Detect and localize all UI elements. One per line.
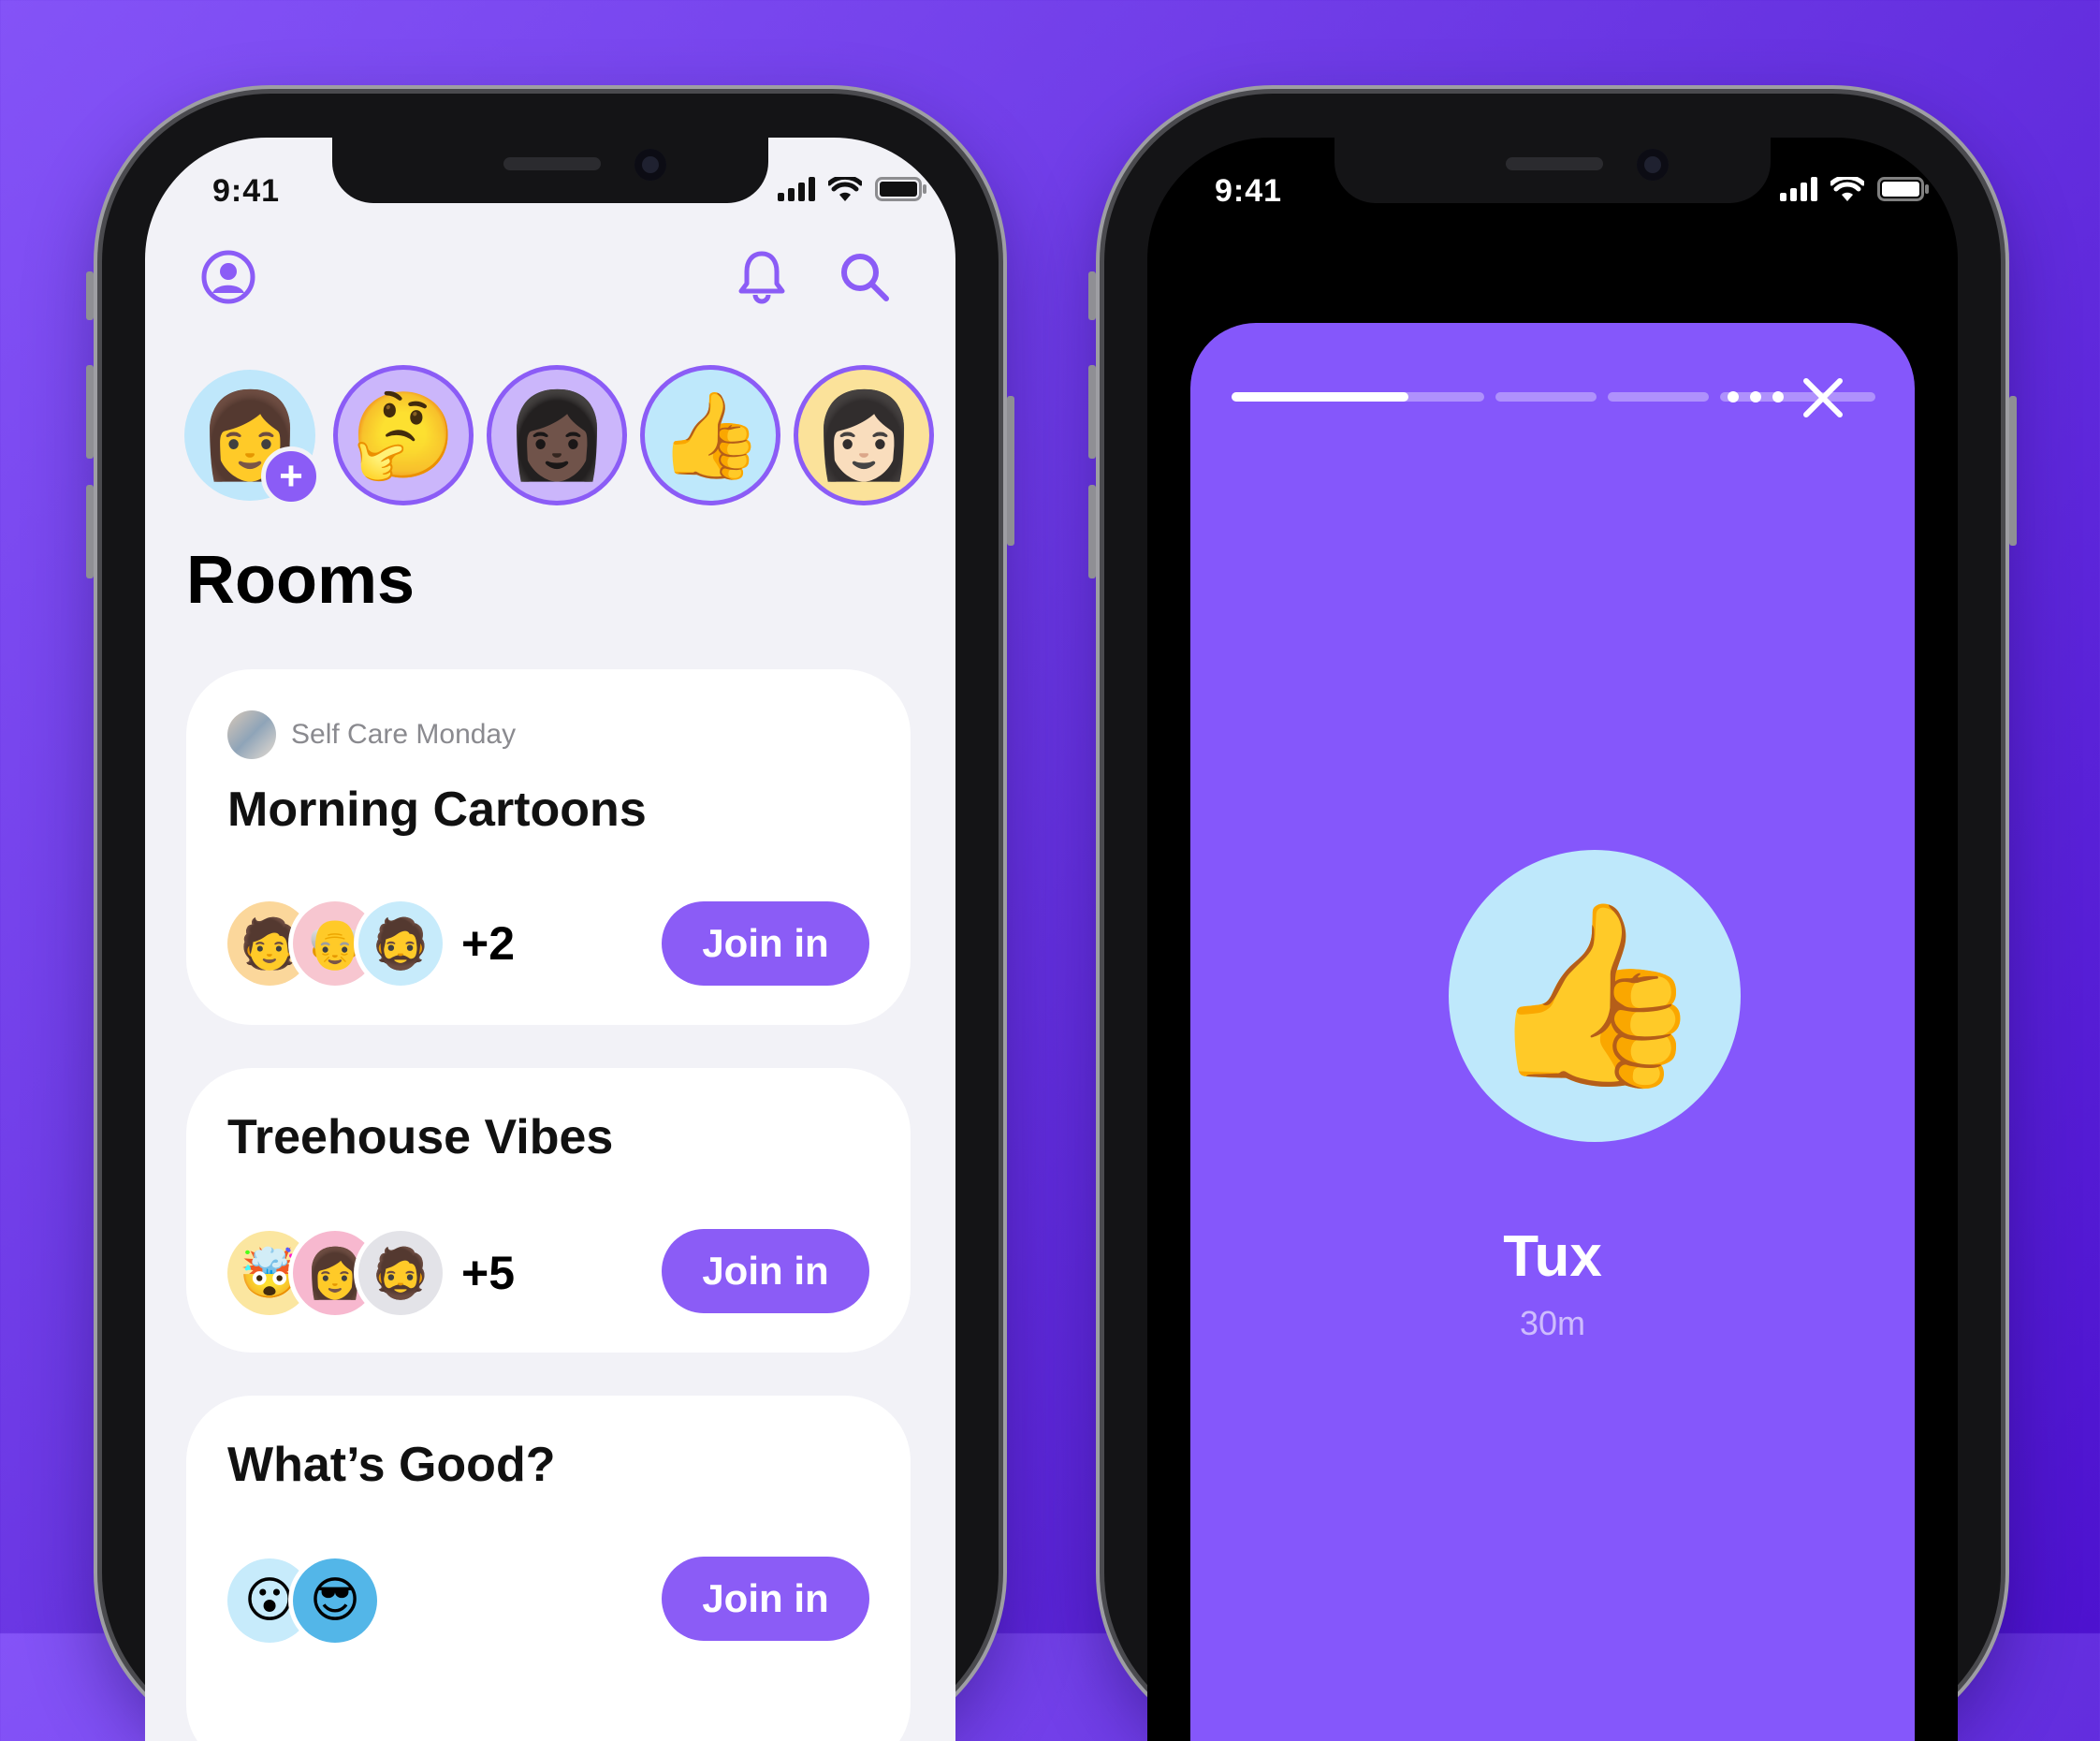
memoji-avatar: 👍 bbox=[657, 388, 764, 483]
battery-icon bbox=[875, 177, 926, 201]
join-room-button[interactable]: Join in bbox=[662, 1557, 869, 1641]
add-story-icon[interactable]: + bbox=[261, 446, 321, 506]
silent-switch bbox=[86, 271, 94, 320]
room-title: Morning Cartoons bbox=[227, 783, 647, 837]
rooms-screen: 9:41 👩 + 🤔 👩🏿 👍 👩🏻 Rooms Self Care Monda… bbox=[145, 138, 955, 1741]
host-avatar: 👍 bbox=[1449, 850, 1741, 1142]
progress-segment bbox=[1232, 392, 1484, 402]
story-timestamp: 30m bbox=[1519, 1304, 1586, 1342]
progress-segment bbox=[1608, 392, 1709, 402]
silent-switch bbox=[1088, 271, 1096, 320]
memoji-avatar: 👍 bbox=[1483, 896, 1706, 1094]
battery-icon bbox=[1877, 177, 1929, 201]
close-icon[interactable] bbox=[1801, 375, 1845, 420]
status-bar: 9:41 bbox=[145, 169, 955, 216]
room-card[interactable]: Treehouse Vibes 🤯 👩 🧔 +5 Join in bbox=[186, 1068, 911, 1353]
memoji-avatar: 🤔 bbox=[350, 388, 457, 483]
participant-count: +2 bbox=[461, 917, 516, 970]
speaker-grille bbox=[1506, 157, 1603, 170]
story-avatar[interactable]: 👩🏿 bbox=[491, 370, 622, 501]
bell-icon[interactable] bbox=[733, 248, 791, 306]
progress-segment bbox=[1495, 392, 1597, 402]
power-button bbox=[1007, 396, 1014, 546]
signal-icon bbox=[1780, 177, 1817, 201]
join-room-button[interactable]: Join in bbox=[662, 901, 869, 986]
power-button bbox=[2009, 396, 2017, 546]
room-card[interactable]: What’s Good? 😮 😎 Join in bbox=[186, 1396, 911, 1741]
volume-down-button bbox=[1088, 485, 1096, 578]
volume-down-button bbox=[86, 485, 94, 578]
signal-icon bbox=[778, 177, 815, 201]
participant-stack: 🧑 👴 🧔 +2 bbox=[227, 901, 515, 986]
phone-frame-left: 9:41 👩 + 🤔 👩🏿 👍 👩🏻 Rooms Self Care Monda… bbox=[86, 94, 1014, 1741]
participant-avatar: 😎 bbox=[293, 1558, 377, 1643]
club-avatar bbox=[227, 710, 276, 759]
story-avatar[interactable]: 🤔 bbox=[338, 370, 469, 501]
room-card[interactable]: Self Care Monday Morning Cartoons 🧑 👴 🧔 … bbox=[186, 669, 911, 1025]
memoji-avatar: 👩🏻 bbox=[810, 388, 917, 483]
progress-segment-fill bbox=[1232, 392, 1408, 402]
speaker-grille bbox=[503, 157, 601, 170]
volume-up-button bbox=[86, 365, 94, 459]
stories-row: 👩 + 🤔 👩🏿 👍 👩🏻 bbox=[184, 370, 952, 506]
page-title: Rooms bbox=[186, 543, 416, 618]
room-title: What’s Good? bbox=[227, 1438, 556, 1492]
phone-frame-right: 9:41 👍 Tux 30m bbox=[1088, 94, 2017, 1741]
participant-avatar: 🧔 bbox=[358, 901, 443, 986]
profile-icon[interactable] bbox=[199, 248, 257, 306]
volume-up-button bbox=[1088, 365, 1096, 459]
more-icon[interactable] bbox=[1728, 381, 1784, 413]
participant-stack: 🤯 👩 🧔 +5 bbox=[227, 1231, 515, 1315]
story-avatar-own[interactable]: 👩 + bbox=[184, 370, 321, 506]
status-bar: 9:41 bbox=[1147, 169, 1958, 216]
memoji-avatar: 👩🏿 bbox=[503, 388, 610, 483]
club-name: Self Care Monday bbox=[291, 719, 517, 750]
status-time: 9:41 bbox=[1215, 173, 1283, 209]
story-avatar[interactable]: 👩🏻 bbox=[798, 370, 929, 501]
wifi-icon bbox=[1830, 177, 1864, 201]
story-screen: 9:41 👍 Tux 30m bbox=[1147, 138, 1958, 1741]
search-icon[interactable] bbox=[836, 248, 894, 306]
status-time: 9:41 bbox=[212, 173, 281, 209]
host-name: Tux bbox=[1503, 1224, 1602, 1289]
join-room-button[interactable]: Join in bbox=[662, 1229, 869, 1313]
story-avatar[interactable]: 👍 bbox=[645, 370, 776, 501]
participant-count: +5 bbox=[461, 1247, 516, 1299]
participant-avatar: 🧔 bbox=[358, 1231, 443, 1315]
participant-stack: 😮 😎 bbox=[227, 1558, 377, 1643]
room-title: Treehouse Vibes bbox=[227, 1110, 614, 1164]
club-label: Self Care Monday bbox=[227, 710, 516, 759]
wifi-icon bbox=[828, 177, 862, 201]
story-viewer[interactable]: 👍 Tux 30m bbox=[1190, 323, 1915, 1741]
